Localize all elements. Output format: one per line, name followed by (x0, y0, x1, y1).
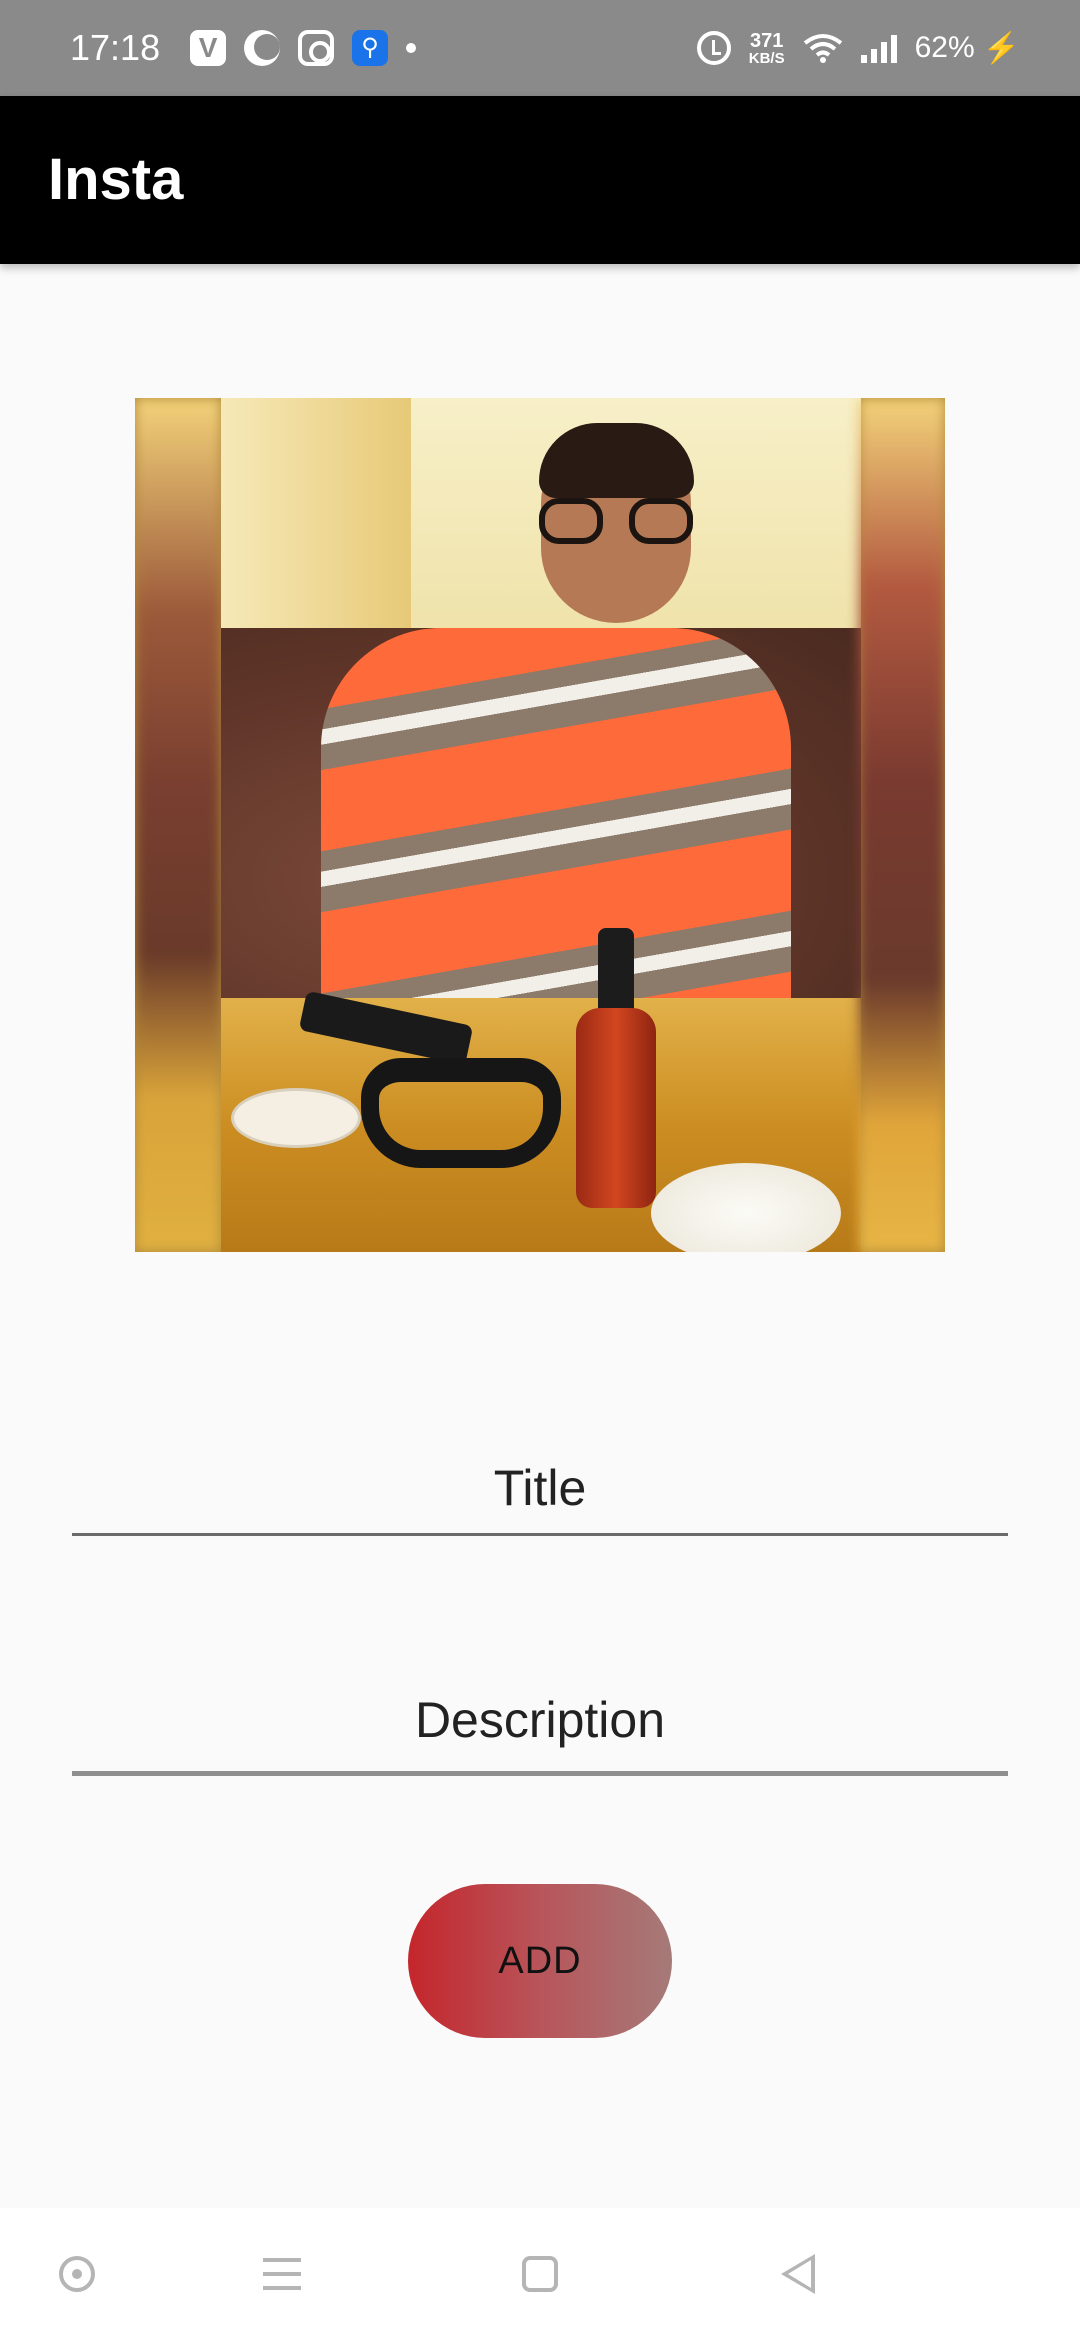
post-image[interactable] (135, 398, 945, 1252)
photo-glasses (539, 498, 699, 548)
title-underline (72, 1533, 1008, 1536)
photo-blur-right (859, 398, 945, 1252)
description-underline (72, 1771, 1008, 1776)
status-time: 17:18 (70, 27, 161, 68)
network-speed-value: 371 (749, 29, 784, 52)
recent-apps-icon (263, 2258, 301, 2290)
add-button[interactable]: ADD (408, 1884, 672, 2038)
network-speed-unit: KB/S (748, 49, 785, 67)
app-bar: Insta (0, 96, 1080, 264)
photo-content (221, 398, 861, 1252)
back-icon (781, 2254, 815, 2294)
app-title: Insta (48, 147, 184, 212)
status-right: 371 KB/S 62% ⚡ (696, 0, 1020, 96)
alarm-icon (696, 31, 731, 65)
assistant-button[interactable] (47, 2244, 107, 2304)
description-field[interactable]: Description (72, 1672, 1008, 1776)
photo-blur-left (135, 398, 221, 1252)
assistant-icon (59, 2256, 95, 2292)
system-nav-bar (0, 2208, 1080, 2340)
wifi-icon (803, 34, 842, 63)
battery-percent: 62% (914, 31, 975, 64)
photo-sweater (321, 628, 791, 1048)
photo-bottle (576, 928, 656, 1208)
title-field[interactable]: Title (72, 1440, 1008, 1536)
recent-apps-button[interactable] (252, 2244, 312, 2304)
cell-signal-icon (860, 33, 897, 63)
status-left: 17:18 V ⚲ (70, 0, 417, 96)
title-placeholder[interactable]: Title (72, 1440, 1008, 1536)
do-not-disturb-icon (244, 30, 281, 66)
description-placeholder[interactable]: Description (72, 1672, 1008, 1768)
home-button[interactable] (510, 2244, 570, 2304)
status-bar: 17:18 V ⚲ 371 KB/S 62% ⚡ (0, 0, 1080, 96)
charging-bolt-icon: ⚡ (982, 31, 1020, 65)
usb-icon: ⚲ (352, 30, 389, 66)
network-speed: 371 KB/S (749, 31, 785, 66)
home-icon (522, 2256, 558, 2292)
photo-headphones (361, 1058, 561, 1168)
instagram-icon (298, 30, 335, 66)
notification-dot-icon (406, 43, 417, 53)
vpn-icon: V (190, 30, 227, 66)
back-button[interactable] (768, 2244, 828, 2304)
